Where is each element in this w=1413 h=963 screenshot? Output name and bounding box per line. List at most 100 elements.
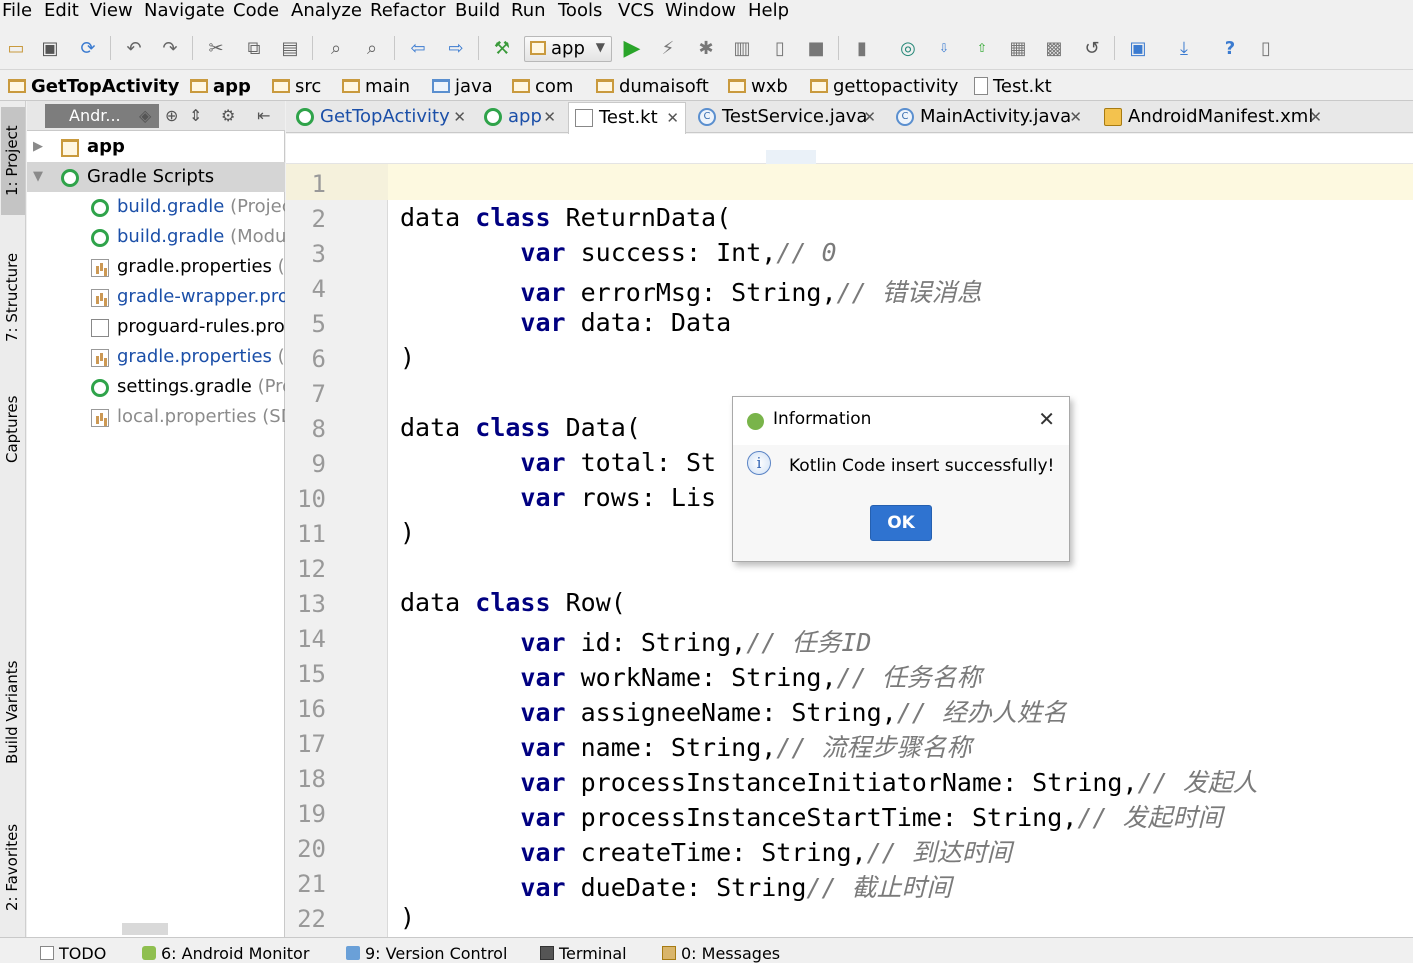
back-icon[interactable]: ⇦ <box>406 36 430 60</box>
tool-tab-messages[interactable]: 0: Messages <box>662 944 780 963</box>
help-icon[interactable]: ? <box>1218 36 1242 60</box>
line-number: 19 <box>286 800 326 828</box>
menu-code[interactable]: Code <box>233 0 279 24</box>
menu-help[interactable]: Help <box>748 0 789 24</box>
copy-icon[interactable]: ⧉ <box>242 36 266 60</box>
target-icon[interactable]: ⊕ <box>165 106 178 125</box>
make-project-icon[interactable]: ⚒ <box>490 36 514 60</box>
tree-item-gradle-properties-global[interactable]: gradle.properties (P <box>27 342 285 372</box>
avd-manager-icon[interactable]: ▮ <box>850 36 874 60</box>
tool-tab-terminal[interactable]: Terminal <box>540 944 627 963</box>
chevron-down-icon[interactable]: ▼ <box>33 162 43 192</box>
close-icon[interactable]: ✕ <box>1309 102 1322 132</box>
tree-item-build-gradle-module[interactable]: build.gradle (Modul <box>27 222 285 252</box>
chevron-right-icon[interactable]: ▶ <box>33 132 43 162</box>
close-icon[interactable]: ✕ <box>666 103 679 133</box>
tree-item-gradle-wrapper-properties[interactable]: gradle-wrapper.prop <box>27 282 285 312</box>
vcs-compare-icon[interactable]: ▦ <box>1006 36 1030 60</box>
tab-testservice-java[interactable]: C TestService.java ✕ <box>692 102 882 132</box>
redo-icon[interactable]: ↷ <box>158 36 182 60</box>
coverage-icon[interactable]: ▥ <box>730 36 754 60</box>
project-structure-icon[interactable]: ▣ <box>1126 36 1150 60</box>
breadcrumb-java[interactable]: java <box>432 73 493 99</box>
close-icon[interactable]: ✕ <box>543 102 556 132</box>
breadcrumb-module[interactable]: app <box>190 73 251 99</box>
attach-debugger-icon[interactable]: ▯ <box>768 36 792 60</box>
menu-navigate[interactable]: Navigate <box>144 0 225 24</box>
menu-file[interactable]: File <box>2 0 32 24</box>
menu-build[interactable]: Build <box>455 0 500 24</box>
paste-icon[interactable]: ▤ <box>278 36 302 60</box>
breadcrumb-com[interactable]: com <box>512 73 573 99</box>
stop-icon[interactable]: ■ <box>804 36 828 60</box>
tool-tab-favorites[interactable]: 2: Favorites <box>1 807 25 927</box>
sync-icon[interactable]: ⟳ <box>76 36 100 60</box>
menu-tools[interactable]: Tools <box>558 0 602 24</box>
tab-gettopactivity[interactable]: GetTopActivity ✕ <box>290 102 472 132</box>
close-icon[interactable]: ✕ <box>453 102 466 132</box>
breadcrumb-file[interactable]: Test.kt <box>974 73 1052 99</box>
gradle-sync-icon[interactable]: ◎ <box>896 36 920 60</box>
tree-item-settings-gradle[interactable]: settings.gradle (Proj <box>27 372 285 402</box>
breadcrumb-project[interactable]: GetTopActivity <box>8 73 179 99</box>
tab-test-kt[interactable]: Test.kt ✕ <box>568 102 686 134</box>
tree-item-local-properties[interactable]: local.properties (SDI <box>27 402 285 432</box>
tab-app[interactable]: app ✕ <box>478 102 562 132</box>
save-icon[interactable]: ▣ <box>38 36 62 60</box>
tool-tab-captures[interactable]: Captures <box>1 381 25 477</box>
android-device-monitor-icon[interactable]: ▯ <box>1254 36 1278 60</box>
menu-view[interactable]: View <box>90 0 133 24</box>
open-folder-icon[interactable]: ▭ <box>4 36 28 60</box>
tab-mainactivity-java[interactable]: C MainActivity.java ✕ <box>890 102 1088 132</box>
hide-panel-icon[interactable]: ⇤ <box>257 106 270 125</box>
tool-tab-todo[interactable]: TODO <box>40 944 106 963</box>
horizontal-scrollbar[interactable] <box>122 923 168 935</box>
menu-refactor[interactable]: Refactor <box>370 0 446 24</box>
apply-changes-icon[interactable]: ⚡ <box>656 36 680 60</box>
run-icon[interactable]: ▶ <box>620 36 644 60</box>
close-icon[interactable]: ✕ <box>863 102 876 132</box>
collapse-all-icon[interactable]: ⇕ <box>189 106 202 125</box>
menu-vcs[interactable]: VCS <box>618 0 654 24</box>
sdk-manager-icon[interactable]: ⤓ <box>1172 36 1196 60</box>
replace-icon[interactable]: ⌕ <box>360 36 384 60</box>
undo-icon[interactable]: ↶ <box>122 36 146 60</box>
tool-tab-android-monitor[interactable]: 6: Android Monitor <box>142 944 309 963</box>
dialog-title-bar[interactable]: Information ✕ <box>733 397 1069 445</box>
close-icon[interactable]: ✕ <box>1038 407 1055 431</box>
close-icon[interactable]: ✕ <box>1069 102 1082 132</box>
breadcrumb-src[interactable]: src <box>272 73 321 99</box>
vcs-commit-icon[interactable]: ⇧ <box>970 36 994 60</box>
token-comment: // 错误消息 <box>837 278 982 307</box>
tree-item-build-gradle-project[interactable]: build.gradle (Project <box>27 192 285 222</box>
menu-window[interactable]: Window <box>665 0 736 24</box>
tree-item-proguard-rules[interactable]: proguard-rules.pro ( <box>27 312 285 342</box>
ok-button[interactable]: OK <box>870 505 932 541</box>
breadcrumb-wxb[interactable]: wxb <box>728 73 788 99</box>
tab-androidmanifest-xml[interactable]: AndroidManifest.xml ✕ <box>1098 102 1328 132</box>
tree-item-label: build.gradle (Project <box>117 192 285 222</box>
forward-icon[interactable]: ⇨ <box>444 36 468 60</box>
debug-icon[interactable]: ✱ <box>694 36 718 60</box>
gear-icon[interactable]: ⚙ <box>221 106 235 125</box>
tree-item-gradle-scripts[interactable]: ▼ Gradle Scripts <box>27 162 285 192</box>
menu-run[interactable]: Run <box>511 0 546 24</box>
tree-item-gradle-properties[interactable]: gradle.properties (G <box>27 252 285 282</box>
run-configuration-select[interactable]: app ▼ <box>524 36 612 62</box>
breadcrumb-dumaisoft[interactable]: dumaisoft <box>596 73 709 99</box>
tree-item-app[interactable]: ▶ app <box>27 132 285 162</box>
breadcrumb-gettopactivity[interactable]: gettopactivity <box>810 73 958 99</box>
scroll-from-source-icon[interactable]: ◈ <box>139 106 151 125</box>
find-icon[interactable]: ⌕ <box>324 36 348 60</box>
menu-analyze[interactable]: Analyze <box>291 0 362 24</box>
cut-icon[interactable]: ✂ <box>204 36 228 60</box>
tool-tab-structure[interactable]: 7: Structure <box>1 237 25 357</box>
vcs-update-icon[interactable]: ⇩ <box>932 36 956 60</box>
vcs-history-icon[interactable]: ▩ <box>1042 36 1066 60</box>
tool-tab-version-control[interactable]: 9: Version Control <box>346 944 507 963</box>
tool-tab-build-variants[interactable]: Build Variants <box>1 647 25 777</box>
menu-edit[interactable]: Edit <box>44 0 79 24</box>
tool-tab-project[interactable]: 1: Project <box>1 107 25 215</box>
revert-icon[interactable]: ↺ <box>1080 36 1104 60</box>
breadcrumb-main[interactable]: main <box>342 73 410 99</box>
